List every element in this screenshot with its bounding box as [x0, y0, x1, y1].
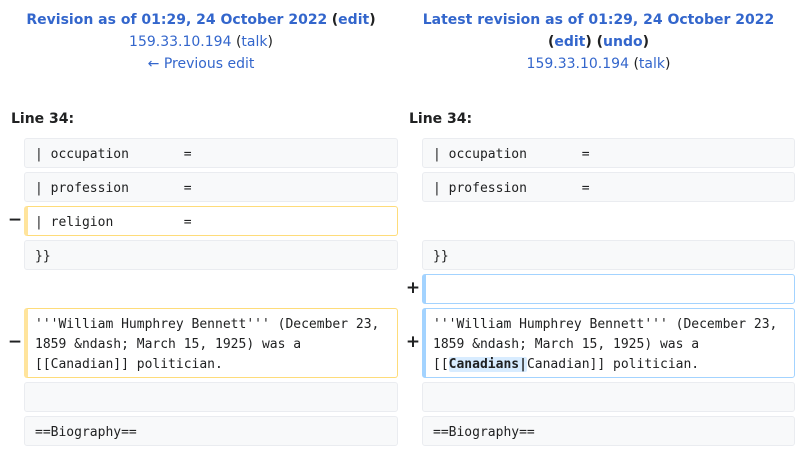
new-talk-link[interactable]: talk [639, 56, 665, 72]
context-line-biography-left: ==Biography== [24, 416, 398, 446]
new-user-link[interactable]: 159.33.10.194 [527, 56, 629, 72]
added-blank-line [422, 274, 795, 304]
context-line-profession-right: | profession = [422, 172, 795, 202]
context-line-empty-right [422, 382, 795, 412]
new-edit-link[interactable]: edit [554, 34, 585, 50]
deletion-marker: − [7, 210, 23, 230]
old-talk-link[interactable]: talk [241, 34, 267, 50]
previous-edit-link[interactable]: ← Previous edit [148, 56, 255, 72]
paragraph-line: '''William Humphrey Bennett''' (December… [433, 317, 778, 332]
paragraph-line: [[Canadian]] politician. [35, 357, 223, 372]
undo-link[interactable]: undo [603, 34, 643, 50]
context-line-empty-left [24, 382, 398, 412]
deleted-line-religion: | religion = [24, 206, 398, 236]
inserted-text-highlight: Canadians| [448, 357, 527, 372]
paragraph-line: 1859 &ndash; March 15, 1925) was a [433, 337, 700, 352]
context-line-close-left: }} [24, 240, 398, 270]
context-line-occupation-left: | occupation = [24, 138, 398, 168]
unchanged-text: [[ [433, 357, 449, 372]
latest-revision-link[interactable]: Latest revision as of 01:29, 24 October … [423, 12, 775, 28]
old-revision-link[interactable]: Revision as of 01:29, 24 October 2022 [26, 12, 327, 28]
deleted-paragraph: '''William Humphrey Bennett''' (December… [24, 308, 398, 378]
old-edit-link[interactable]: edit [338, 12, 369, 28]
added-paragraph: '''William Humphrey Bennett''' (December… [422, 308, 795, 378]
context-line-close-right: }} [422, 240, 795, 270]
line-number-right: Line 34: [409, 111, 473, 127]
new-revision-header: Latest revision as of 01:29, 24 October … [422, 12, 775, 72]
old-user-link[interactable]: 159.33.10.194 [129, 34, 231, 50]
addition-marker: + [405, 278, 421, 298]
line-number-left: Line 34: [11, 111, 75, 127]
old-revision-header: Revision as of 01:29, 24 October 2022 (e… [26, 12, 376, 72]
paragraph-line: [[Canadians|Canadian]] politician. [433, 355, 794, 375]
paragraph-line: 1859 &ndash; March 15, 1925) was a [35, 337, 302, 352]
paragraph-line: '''William Humphrey Bennett''' (December… [35, 317, 380, 332]
unchanged-text: Canadian]] politician. [526, 357, 700, 372]
deletion-marker: − [7, 332, 23, 352]
addition-marker: + [405, 332, 421, 352]
context-line-profession-left: | profession = [24, 172, 398, 202]
context-line-occupation-right: | occupation = [422, 138, 795, 168]
context-line-biography-right: ==Biography== [422, 416, 795, 446]
